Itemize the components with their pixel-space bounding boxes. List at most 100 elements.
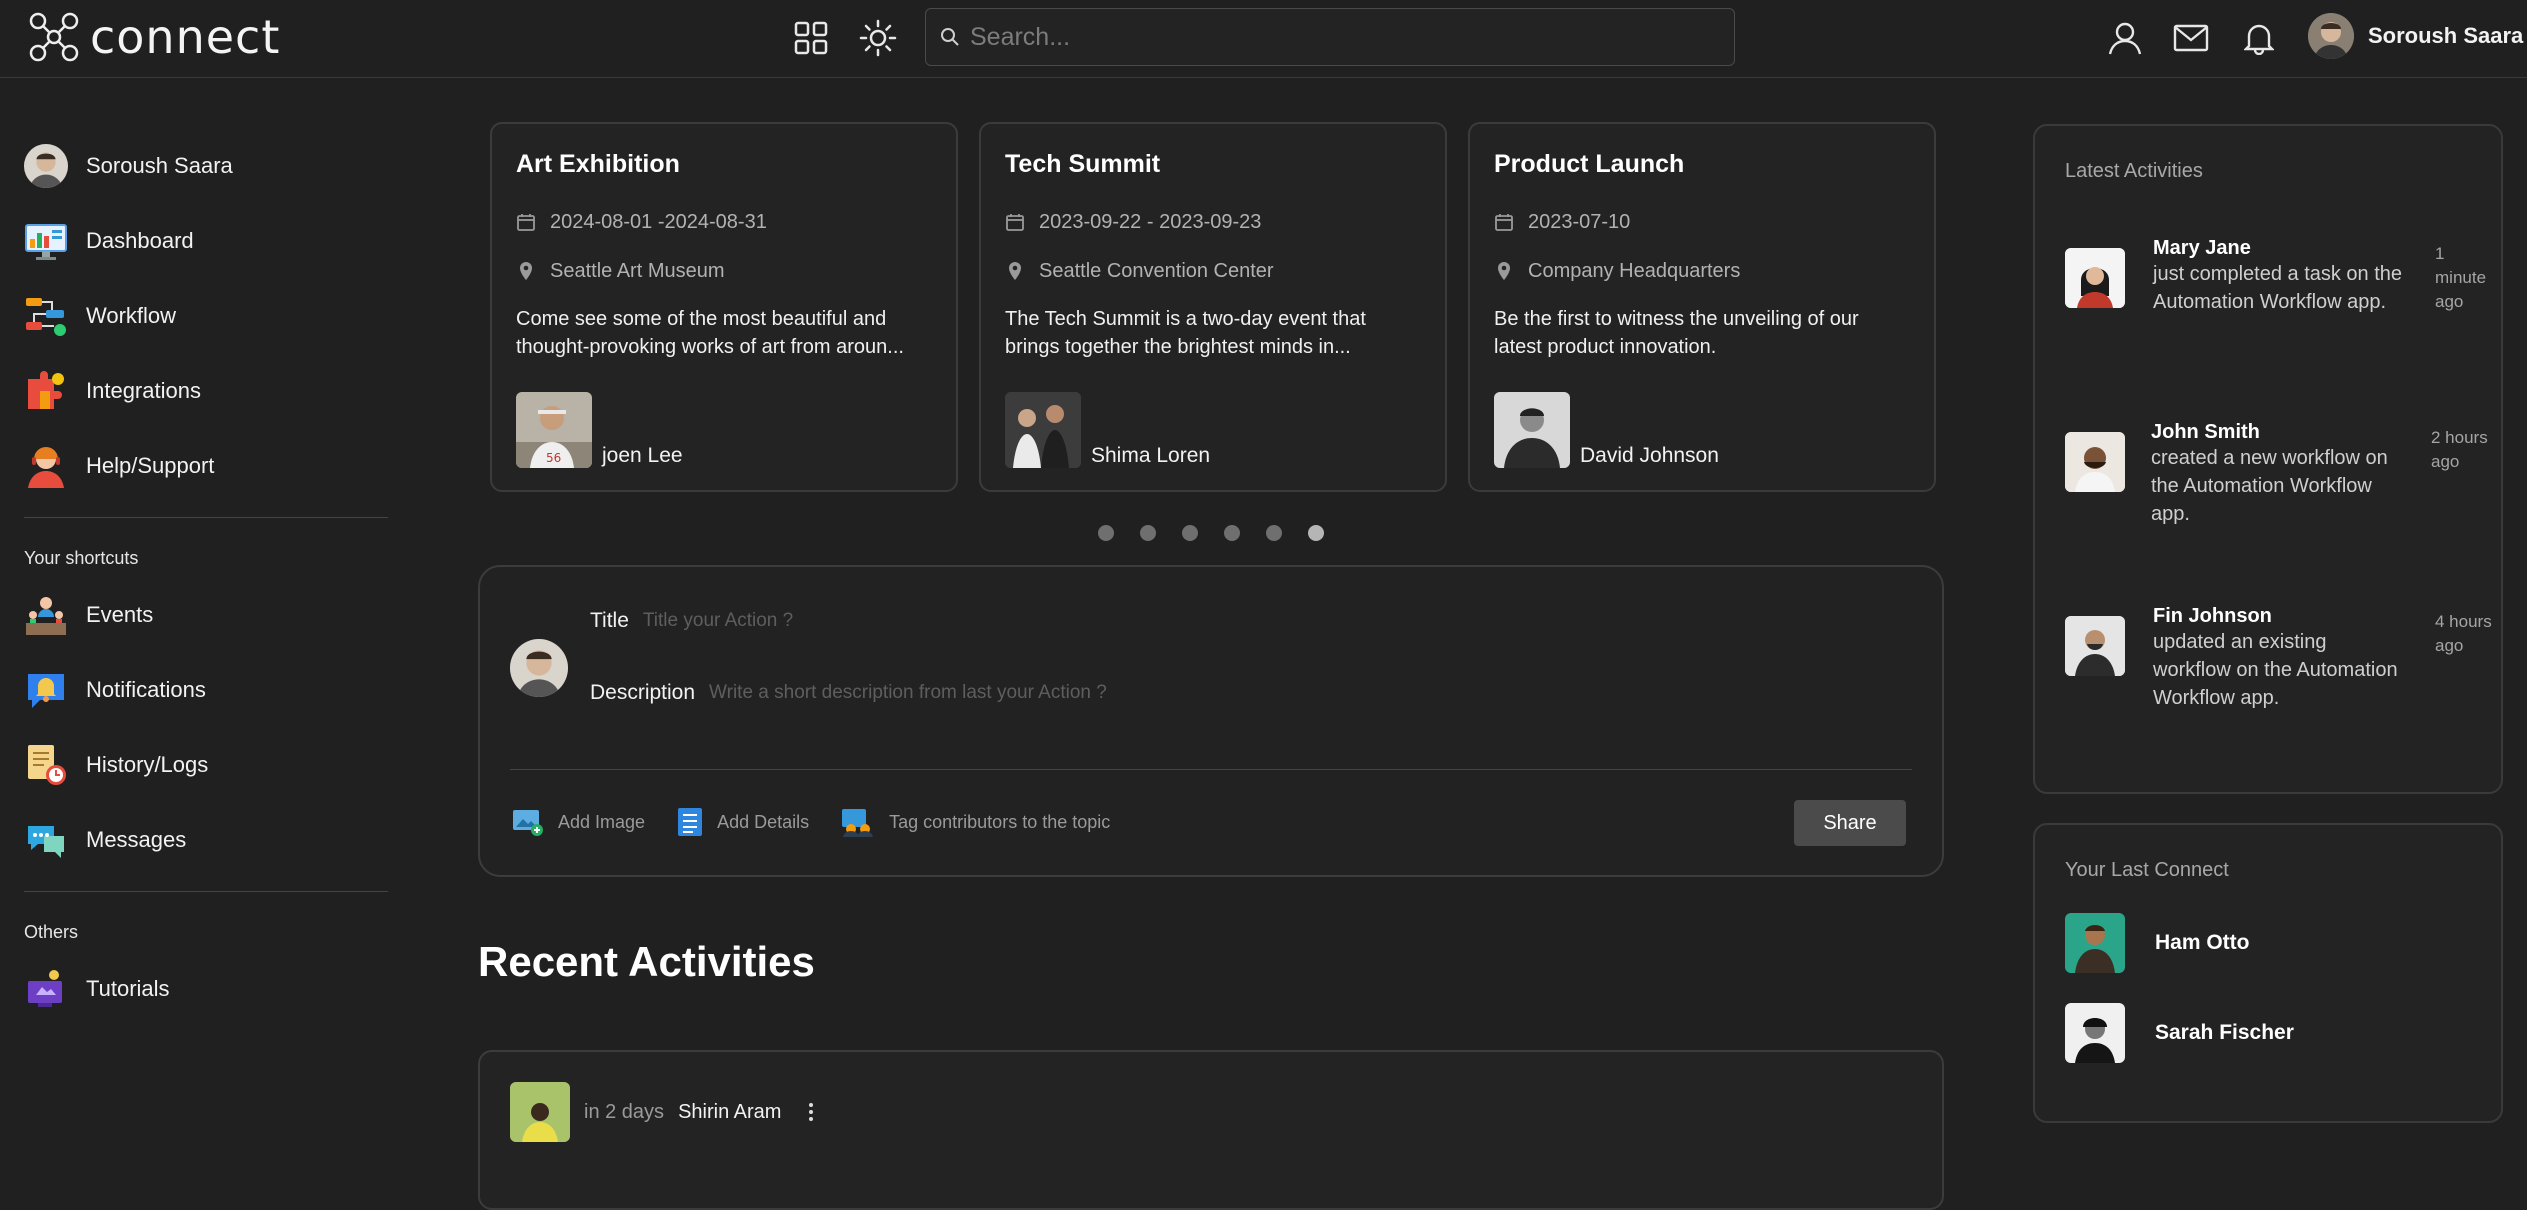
host-photo <box>1005 392 1081 468</box>
sidebar-item-tutorials[interactable]: Tutorials <box>24 951 388 1026</box>
connect-logo-icon <box>29 12 79 62</box>
carousel-dot[interactable] <box>1182 525 1198 541</box>
recent-activity-time: in 2 days <box>584 1100 665 1123</box>
dashboard-icon <box>25 223 67 260</box>
event-description: The Tech Summit is a two-day event that … <box>1005 308 1366 358</box>
event-date-row: 2023-09-22 - 2023-09-23 <box>1005 207 1421 237</box>
tag-contributors-button[interactable]: Tag contributors to the topic <box>841 807 1110 837</box>
event-title: Product Launch <box>1494 150 1685 178</box>
tag-contributors-label: Tag contributors to the topic <box>889 811 1111 832</box>
sidebar-profile[interactable]: Soroush Saara <box>24 128 388 203</box>
sidebar: Soroush Saara Dashboard Workflow Integra… <box>24 128 388 1026</box>
activity-text: Mary Jane just completed a task on the A… <box>2153 236 2407 316</box>
last-connect-panel: Your Last Connect Ham Otto Sarah Fischer <box>2033 823 2503 1123</box>
apps-grid-icon[interactable] <box>790 17 832 59</box>
events-icon <box>26 596 66 635</box>
event-location-row: Seattle Art Museum <box>516 256 932 286</box>
event-location: Seattle Art Museum <box>550 259 725 282</box>
carousel-dot[interactable] <box>1266 525 1282 541</box>
event-host[interactable]: 56 joen Lee <box>516 392 683 468</box>
carousel-dot-active[interactable] <box>1308 525 1324 541</box>
theme-sun-icon[interactable] <box>857 17 899 59</box>
sidebar-item-notifications[interactable]: Notifications <box>24 652 388 727</box>
host-photo <box>1494 392 1570 468</box>
event-date-row: 2023-07-10 <box>1494 207 1910 237</box>
event-title: Tech Summit <box>1005 150 1161 178</box>
details-list-icon <box>678 808 703 836</box>
app-logo[interactable]: connect <box>26 6 280 68</box>
event-card[interactable]: Tech Summit 2023-09-22 - 2023-09-23 Seat… <box>979 122 1447 492</box>
add-details-button[interactable]: Add Details <box>677 807 809 837</box>
sidebar-item-help-support[interactable]: Help/Support <box>24 428 388 503</box>
title-input[interactable] <box>642 610 1343 632</box>
top-user-name: Soroush Saara <box>2368 23 2524 48</box>
title-label: Title <box>590 609 629 632</box>
add-image-button[interactable]: Add Image <box>512 807 645 837</box>
logo-text: connect <box>90 10 281 64</box>
bell-icon[interactable] <box>2238 17 2280 59</box>
event-host[interactable]: Shima Loren <box>1005 392 1210 468</box>
connect-item[interactable]: Sarah Fischer <box>2065 1003 2294 1063</box>
sidebar-item-dashboard[interactable]: Dashboard <box>24 203 388 278</box>
carousel-dot[interactable] <box>1224 525 1240 541</box>
description-row: Description <box>590 681 1410 705</box>
event-card[interactable]: Art Exhibition 2024-08-01 -2024-08-31 Se… <box>490 122 958 492</box>
add-image-icon <box>513 810 543 836</box>
event-description: Come see some of the most beautiful and … <box>516 308 904 358</box>
sidebar-label-workflow: Workflow <box>86 302 177 328</box>
event-host[interactable]: David Johnson <box>1494 392 1719 468</box>
calendar-icon <box>1006 214 1024 231</box>
event-card[interactable]: Product Launch 2023-07-10 Company Headqu… <box>1468 122 1936 492</box>
host-name: David Johnson <box>1580 444 1719 467</box>
mail-icon[interactable] <box>2170 17 2212 59</box>
location-pin-icon <box>1498 262 1510 280</box>
messages-icon <box>28 825 64 858</box>
carousel-dot[interactable] <box>1098 525 1114 541</box>
search-bar[interactable] <box>925 8 1735 66</box>
connect-photo <box>2065 1003 2125 1063</box>
host-name: Shima Loren <box>1091 444 1211 467</box>
activity-name: Fin Johnson <box>2153 605 2272 627</box>
sidebar-item-events[interactable]: Events <box>24 577 388 652</box>
host-name: joen Lee <box>602 444 683 467</box>
connect-item[interactable]: Ham Otto <box>2065 913 2250 973</box>
profile-icon[interactable] <box>2104 17 2146 59</box>
activity-photo <box>2065 432 2125 492</box>
sidebar-item-integrations[interactable]: Integrations <box>24 353 388 428</box>
activity-photo <box>2065 616 2125 676</box>
activity-description: created a new workflow on the Automation… <box>2151 447 2388 525</box>
activity-text: John Smith created a new workflow on the… <box>2151 420 2405 528</box>
description-input[interactable] <box>709 682 1410 704</box>
event-carousel: Art Exhibition 2024-08-01 -2024-08-31 Se… <box>490 122 1936 492</box>
recent-activities-heading: Recent Activities <box>478 938 815 985</box>
recent-activity-header: in 2 days Shirin Aram <box>510 1082 821 1142</box>
host-photo: 56 <box>516 392 592 468</box>
search-input[interactable] <box>970 22 1710 52</box>
activity-photo <box>2065 248 2125 308</box>
more-options-icon[interactable] <box>801 1100 821 1124</box>
recent-activity-name[interactable]: Shirin Aram <box>678 1101 781 1124</box>
sidebar-item-messages[interactable]: Messages <box>24 802 388 877</box>
search-icon <box>941 28 959 46</box>
activity-item[interactable]: John Smith created a new workflow on the… <box>2065 420 2491 528</box>
sidebar-item-history-logs[interactable]: History/Logs <box>24 727 388 802</box>
carousel-dot[interactable] <box>1140 525 1156 541</box>
activity-description: updated an existing workflow on the Auto… <box>2153 631 2398 709</box>
composer-divider <box>510 769 1912 770</box>
activity-time: 1 minute ago <box>2435 244 2487 311</box>
action-composer: Title Description Add Image Add Details … <box>478 565 1944 877</box>
integrations-icon <box>28 370 64 409</box>
sidebar-avatar <box>24 143 68 188</box>
sidebar-label-history-logs: History/Logs <box>86 751 209 777</box>
sidebar-divider <box>24 517 388 518</box>
event-date-row: 2024-08-01 -2024-08-31 <box>516 207 932 237</box>
sidebar-item-workflow[interactable]: Workflow <box>24 278 388 353</box>
workflow-icon <box>26 297 66 336</box>
event-date: 2023-09-22 - 2023-09-23 <box>1039 210 1262 233</box>
activity-item[interactable]: Fin Johnson updated an existing workflow… <box>2065 604 2495 712</box>
share-button[interactable]: Share <box>1794 800 1906 846</box>
sidebar-label-messages: Messages <box>86 826 187 852</box>
activity-name: John Smith <box>2151 421 2260 443</box>
top-user-menu[interactable]: Soroush Saara <box>2308 13 2523 59</box>
activity-item[interactable]: Mary Jane just completed a task on the A… <box>2065 236 2495 316</box>
